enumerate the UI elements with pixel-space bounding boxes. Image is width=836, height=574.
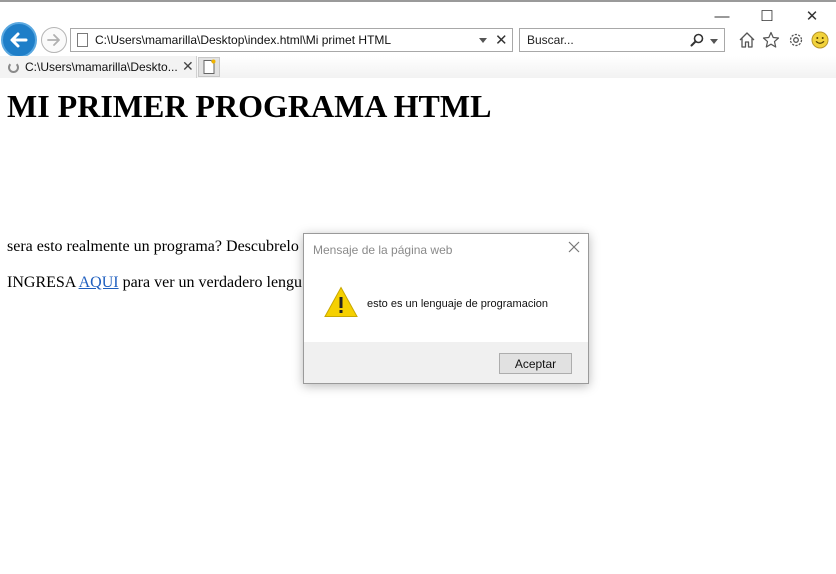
search-placeholder: Buscar...: [527, 33, 574, 47]
accept-button[interactable]: Aceptar: [499, 353, 572, 374]
address-bar[interactable]: C:\Users\mamarilla\Desktop\index.html\Mi…: [70, 28, 513, 52]
arrow-left-icon: [10, 32, 28, 48]
warning-icon: [324, 286, 358, 317]
page-heading: MI PRIMER PROGRAMA HTML: [7, 88, 492, 124]
intro-paragraph: sera esto realmente un programa? Descubr…: [7, 238, 307, 255]
star-icon[interactable]: [761, 30, 781, 50]
search-chevron-down-icon[interactable]: [710, 39, 718, 44]
tab-current[interactable]: C:\Users\mamarilla\Deskto... ✕: [0, 56, 197, 78]
gear-icon[interactable]: [786, 30, 806, 50]
chevron-down-icon[interactable]: [479, 38, 487, 43]
aqui-link[interactable]: AQUI: [79, 274, 119, 291]
loading-spinner-icon: [8, 62, 19, 73]
back-button[interactable]: [1, 22, 37, 58]
window-top-border: [0, 0, 836, 2]
dialog-close-icon[interactable]: [566, 239, 582, 255]
tab-label: C:\Users\mamarilla\Deskto...: [25, 60, 178, 74]
forward-button[interactable]: [41, 27, 67, 53]
search-input[interactable]: Buscar...: [519, 28, 725, 52]
arrow-right-icon: [47, 34, 60, 46]
link-paragraph: INGRESA AQUI para ver un verdadero lengu: [7, 274, 302, 292]
smiley-icon[interactable]: [810, 30, 830, 50]
stop-icon[interactable]: ✕: [495, 31, 508, 49]
search-icon[interactable]: [690, 33, 704, 47]
dialog-footer: Aceptar: [304, 342, 588, 383]
link-paragraph-suffix: para ver un verdadero lengu: [118, 274, 303, 291]
close-window-button[interactable]: ✕: [801, 6, 823, 26]
minimize-button[interactable]: —: [711, 6, 733, 26]
new-tab-icon: [203, 59, 216, 74]
new-tab-button[interactable]: [198, 57, 220, 77]
link-paragraph-prefix: INGRESA: [7, 274, 79, 291]
home-icon[interactable]: [737, 30, 757, 50]
address-text[interactable]: C:\Users\mamarilla\Desktop\index.html\Mi…: [95, 33, 391, 47]
dialog-title: Mensaje de la página web: [313, 243, 453, 257]
maximize-button[interactable]: ☐: [756, 6, 778, 26]
dialog-message: esto es un lenguaje de programacion: [367, 298, 549, 310]
tab-close-icon[interactable]: ✕: [182, 58, 194, 75]
page-icon: [77, 33, 88, 47]
alert-dialog: Mensaje de la página web esto es un leng…: [303, 233, 589, 384]
